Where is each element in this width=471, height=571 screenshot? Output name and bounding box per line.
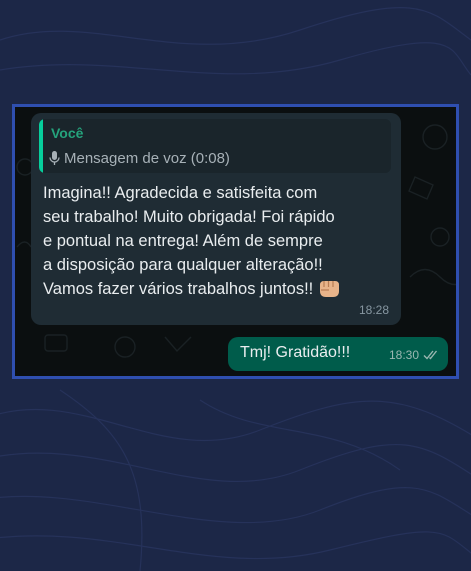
incoming-timestamp: 18:28: [358, 303, 389, 317]
message-line: Vamos fazer vários trabalhos juntos!!: [43, 280, 314, 298]
outgoing-timestamp: 18:30: [388, 348, 419, 362]
incoming-message-bubble[interactable]: Você Mensagem de voz (0:08) Imagina!! Ag…: [31, 113, 401, 325]
message-line-last: Vamos fazer vários trabalhos juntos!!: [43, 277, 393, 301]
quoted-voice-message[interactable]: Você Mensagem de voz (0:08): [39, 119, 391, 173]
outgoing-message-bubble[interactable]: Tmj! Gratidão!!! 18:30: [228, 337, 448, 371]
outgoing-message-text: Tmj! Gratidão!!!: [240, 344, 351, 361]
mic-icon: [49, 150, 60, 165]
outgoing-meta: 18:30: [389, 348, 440, 362]
message-line: a disposição para qualquer alteração!!: [43, 256, 323, 274]
message-line: e pontual na entrega! Além de sempre: [43, 232, 323, 250]
chat-screenshot-frame: Você Mensagem de voz (0:08) Imagina!! Ag…: [12, 104, 459, 379]
quote-body: Mensagem de voz (0:08): [49, 149, 230, 167]
double-check-icon: [423, 350, 438, 360]
quote-author: Você: [51, 125, 84, 141]
message-line: Imagina!! Agradecida e satisfeita com: [43, 184, 318, 202]
fist-bump-icon: [320, 281, 340, 297]
quote-accent-bar: [39, 119, 43, 173]
message-line: seu trabalho! Muito obrigada! Foi rápido: [43, 208, 335, 226]
incoming-message-text: Imagina!! Agradecida e satisfeita com se…: [43, 181, 393, 301]
quote-text: Mensagem de voz (0:08): [64, 149, 230, 167]
